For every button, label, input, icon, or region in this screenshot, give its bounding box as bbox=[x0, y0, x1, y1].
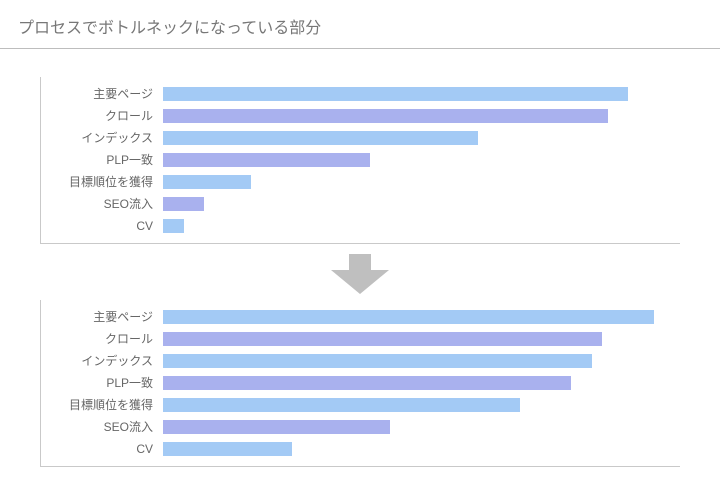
chart-row: 主要ページ bbox=[41, 306, 680, 328]
chart-bar-track bbox=[163, 109, 680, 123]
chart-row: 目標順位を獲得 bbox=[41, 394, 680, 416]
chart-bar bbox=[163, 87, 628, 101]
chart-row-label: CV bbox=[41, 220, 163, 232]
chart-bar bbox=[163, 376, 571, 390]
chart-bar bbox=[163, 175, 251, 189]
chart-row-label: 目標順位を獲得 bbox=[41, 399, 163, 411]
chart-bar-track bbox=[163, 197, 680, 211]
charts-container: 主要ページクロールインデックスPLP一致目標順位を獲得SEO流入CV 主要ページ… bbox=[0, 49, 720, 477]
page-title: プロセスでボトルネックになっている部分 bbox=[0, 0, 720, 49]
chart-row: 主要ページ bbox=[41, 83, 680, 105]
chart-row-label: インデックス bbox=[41, 132, 163, 144]
chart-bar-track bbox=[163, 175, 680, 189]
chart-row: PLP一致 bbox=[41, 149, 680, 171]
chart-row-label: SEO流入 bbox=[41, 421, 163, 433]
chart-row: SEO流入 bbox=[41, 416, 680, 438]
chart-bar bbox=[163, 310, 654, 324]
chart-bar bbox=[163, 219, 184, 233]
chart-bar-track bbox=[163, 87, 680, 101]
chart-row-label: PLP一致 bbox=[41, 377, 163, 389]
chart-row: インデックス bbox=[41, 127, 680, 149]
chart-row-label: 主要ページ bbox=[41, 88, 163, 100]
chart-bar-track bbox=[163, 420, 680, 434]
chart-row: CV bbox=[41, 215, 680, 237]
chart-row: インデックス bbox=[41, 350, 680, 372]
chart-row: 目標順位を獲得 bbox=[41, 171, 680, 193]
chart-row-label: SEO流入 bbox=[41, 198, 163, 210]
chart-bar bbox=[163, 131, 478, 145]
chart-bar-track bbox=[163, 153, 680, 167]
chart-row-label: CV bbox=[41, 443, 163, 455]
chart-row: PLP一致 bbox=[41, 372, 680, 394]
page-title-text: プロセスでボトルネックになっている部分 bbox=[18, 20, 321, 37]
funnel-chart-before: 主要ページクロールインデックス PLP一致目標順位を獲得 SEO流入 CV bbox=[40, 77, 680, 244]
chart-row-label: 目標順位を獲得 bbox=[41, 176, 163, 188]
funnel-chart-after: 主要ページクロールインデックス PLP一致目標順位を獲得 SEO流入 CV bbox=[40, 300, 680, 467]
chart-bar-track bbox=[163, 442, 680, 456]
chart-bar-track bbox=[163, 310, 680, 324]
chart-bar bbox=[163, 354, 592, 368]
down-arrow-icon bbox=[40, 244, 680, 300]
chart-bar bbox=[163, 197, 204, 211]
chart-bar-track bbox=[163, 332, 680, 346]
chart-bar-track bbox=[163, 398, 680, 412]
chart-row-label: クロール bbox=[41, 110, 163, 122]
chart-bar-track bbox=[163, 131, 680, 145]
chart-row-label: インデックス bbox=[41, 355, 163, 367]
chart-bar-track bbox=[163, 376, 680, 390]
chart-bar bbox=[163, 398, 520, 412]
chart-bar-track bbox=[163, 219, 680, 233]
chart-row: クロール bbox=[41, 328, 680, 350]
chart-row: SEO流入 bbox=[41, 193, 680, 215]
chart-bar bbox=[163, 420, 390, 434]
chart-row: CV bbox=[41, 438, 680, 460]
chart-bar bbox=[163, 153, 370, 167]
chart-bar bbox=[163, 109, 608, 123]
chart-bar bbox=[163, 332, 602, 346]
chart-bar-track bbox=[163, 354, 680, 368]
chart-row: クロール bbox=[41, 105, 680, 127]
chart-row-label: 主要ページ bbox=[41, 311, 163, 323]
chart-bar bbox=[163, 442, 292, 456]
chart-row-label: PLP一致 bbox=[41, 154, 163, 166]
chart-row-label: クロール bbox=[41, 333, 163, 345]
